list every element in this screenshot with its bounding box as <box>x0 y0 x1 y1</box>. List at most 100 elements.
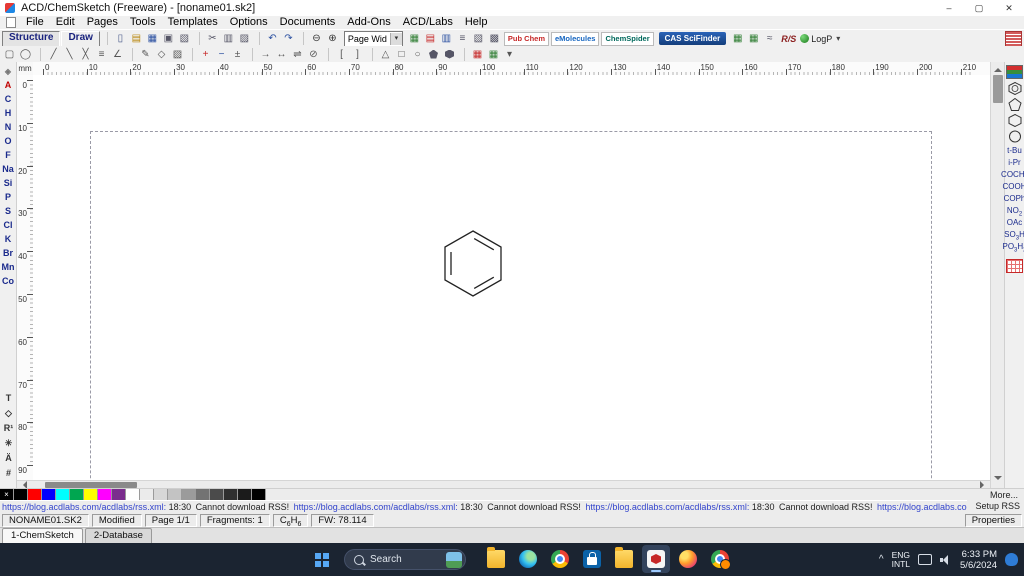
element-n[interactable]: N <box>1 121 16 134</box>
dictionary-icon[interactable]: ≡ <box>455 31 470 46</box>
color-cell-13[interactable] <box>196 489 210 500</box>
template-no2[interactable]: NO2 <box>1007 205 1022 218</box>
cyclopentane-template-icon[interactable] <box>1007 97 1023 111</box>
reaction-arrow-icon[interactable]: → <box>258 47 273 62</box>
drawing-canvas[interactable] <box>33 75 990 480</box>
benzene-template-icon[interactable] <box>1007 81 1023 95</box>
select-rectangle-icon[interactable]: ▢ <box>2 47 17 62</box>
menu-item-documents[interactable]: Documents <box>274 16 342 29</box>
templates-window-icon[interactable]: ▩ <box>487 31 502 46</box>
start-button[interactable] <box>312 550 332 570</box>
print-icon[interactable]: ▣ <box>161 31 176 46</box>
element-co[interactable]: Co <box>1 275 16 288</box>
charge-toggle-icon[interactable]: ± <box>230 47 245 62</box>
color-cell-0[interactable] <box>14 489 28 500</box>
rss-link[interactable]: https://blog.acdlabs.com/acdlabs/rss.xml… <box>2 502 166 512</box>
close-icon[interactable]: ✕ <box>994 0 1024 16</box>
ilab-upload-icon[interactable]: ▦ <box>730 31 745 46</box>
chain-tool-icon[interactable]: ∠ <box>110 47 125 62</box>
table-of-radicals-icon[interactable]: ▦ <box>407 31 422 46</box>
color-cell-7[interactable] <box>112 489 126 500</box>
menu-item-edit[interactable]: Edit <box>50 16 81 29</box>
cyclohexane-template-icon[interactable] <box>1007 113 1023 127</box>
ilab-download-icon[interactable]: ▦ <box>746 31 761 46</box>
chevron-down-icon[interactable]: ▾ <box>389 32 402 45</box>
color-cell-6[interactable] <box>98 489 112 500</box>
language-indicator[interactable]: ENG INTL <box>892 550 910 569</box>
rss-link[interactable]: https://blog.acdlabs.com/acdlabs/rss.xml… <box>585 502 749 512</box>
taskbar-search[interactable]: Search <box>344 549 466 570</box>
select-lasso-icon[interactable]: ◯ <box>18 47 33 62</box>
bond-single-icon[interactable]: ╱ <box>46 47 61 62</box>
stoichiometry-table-icon[interactable]: ▦ <box>486 47 501 62</box>
color-cell-17[interactable] <box>252 489 266 500</box>
element-c[interactable]: C <box>1 93 16 106</box>
setup-rss-button[interactable]: Setup RSS <box>967 500 1024 513</box>
ring-3-icon[interactable]: △ <box>378 47 393 62</box>
template-so3h[interactable]: SO3H <box>1004 229 1024 242</box>
atom-label-tool[interactable]: Ä <box>1 452 16 465</box>
scroll-up-icon[interactable] <box>993 64 1002 72</box>
color-cell-12[interactable] <box>182 489 196 500</box>
hidden-icons-chevron[interactable]: ^ <box>879 554 884 565</box>
zoom-select[interactable]: Page Wid ▾ <box>343 30 403 47</box>
store-icon[interactable] <box>578 545 606 573</box>
bond-stereo-up-icon[interactable]: ╳ <box>78 47 93 62</box>
bond-stereo-down-icon[interactable]: ╲ <box>62 47 77 62</box>
more-colors-button[interactable]: More... <box>990 490 1024 500</box>
chemspider-button[interactable]: ChemSpider <box>601 31 654 46</box>
zoom-in-icon[interactable]: ⊕ <box>325 31 340 46</box>
template-cooh[interactable]: COOH <box>1003 181 1024 193</box>
menu-item-file[interactable]: File <box>20 16 50 29</box>
element-k[interactable]: K <box>1 233 16 246</box>
firefox-icon[interactable] <box>674 545 702 573</box>
color-cell-9[interactable] <box>140 489 154 500</box>
paste-icon[interactable]: ▨ <box>237 31 252 46</box>
rss-link[interactable]: https://blog.acdlabs.com/acdlabs/rss.xml… <box>294 502 458 512</box>
structure-mode-button[interactable]: Structure <box>2 30 61 47</box>
chemsketch-taskbar-icon[interactable] <box>642 545 670 573</box>
charge-plus-icon[interactable]: + <box>198 47 213 62</box>
periodic-table-icon[interactable]: ▤ <box>423 31 438 46</box>
color-cell-10[interactable] <box>154 489 168 500</box>
eraser-tool-icon[interactable]: ▨ <box>170 47 185 62</box>
new-document-icon[interactable]: ▯ <box>113 31 128 46</box>
cas-scifinder-button[interactable]: CAS SciFinder <box>658 32 727 45</box>
more-tools-icon[interactable]: ▾ <box>502 47 517 62</box>
pubchem-button[interactable]: Pub Chem <box>503 31 549 46</box>
undo-icon[interactable]: ↶ <box>265 31 280 46</box>
color-cell-5[interactable] <box>84 489 98 500</box>
touch-keyboard-icon[interactable] <box>918 554 933 565</box>
logp-button[interactable]: LogP <box>800 34 832 44</box>
vertical-scroll-thumb[interactable] <box>992 75 1003 103</box>
rgroup-label-tool[interactable]: R¹ <box>1 422 16 435</box>
clock[interactable]: 6:33 PM 5/6/2024 <box>960 549 997 571</box>
text-tool[interactable]: T <box>1 392 16 405</box>
draw-mode-button[interactable]: Draw <box>61 30 100 47</box>
element-cl[interactable]: Cl <box>1 219 16 232</box>
ring-4-icon[interactable]: □ <box>394 47 409 62</box>
menu-item-options[interactable]: Options <box>224 16 274 29</box>
file-explorer-icon[interactable] <box>482 545 510 573</box>
redo-icon[interactable]: ↷ <box>281 31 296 46</box>
save-document-icon[interactable]: ▦ <box>145 31 160 46</box>
toolbar-overflow-icon[interactable]: ▾ <box>833 34 843 43</box>
element-na[interactable]: Na <box>1 163 16 176</box>
color-cell-3[interactable] <box>56 489 70 500</box>
select-tool-icon[interactable]: ◈ <box>1 65 16 78</box>
speaker-icon[interactable] <box>940 554 952 565</box>
equilibrium-arrow-icon[interactable]: ⇌ <box>290 47 305 62</box>
element-h[interactable]: H <box>1 107 16 120</box>
template-coph[interactable]: COPh <box>1004 193 1024 205</box>
color-cell-14[interactable] <box>210 489 224 500</box>
maximize-icon[interactable]: ▢ <box>964 0 994 16</box>
template-tool-icon[interactable]: ◇ <box>154 47 169 62</box>
print-preview-icon[interactable]: ▧ <box>177 31 192 46</box>
ring-6-icon[interactable] <box>442 47 457 62</box>
vertical-scrollbar[interactable] <box>990 62 1004 488</box>
reaction-table-icon[interactable]: ▦ <box>470 47 485 62</box>
tab-1chemsketch[interactable]: 1-ChemSketch <box>2 528 83 543</box>
element-a[interactable]: A <box>1 79 16 92</box>
menu-item-tools[interactable]: Tools <box>124 16 162 29</box>
emolecules-button[interactable]: eMolecules <box>551 31 600 46</box>
